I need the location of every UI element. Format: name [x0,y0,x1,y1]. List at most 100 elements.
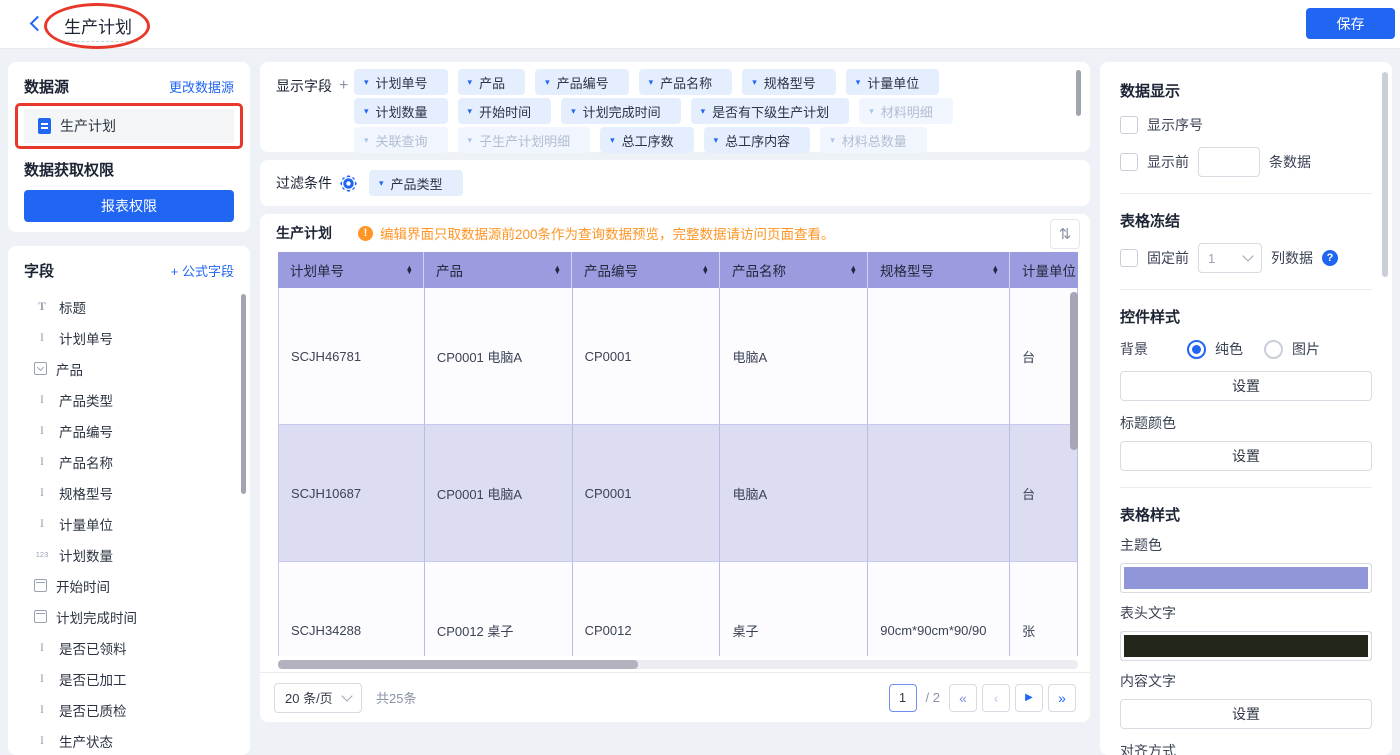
top-bar: 生产计划 保存 [0,0,1400,49]
current-page-box[interactable]: 1 [889,684,917,712]
field-chip[interactable]: ▾子生产计划明细 [458,127,591,153]
field-item[interactable]: I产品类型 [8,384,250,415]
field-chip[interactable]: ▾产品类型 [369,170,463,196]
column-header[interactable]: 产品名称▲▼ [720,252,868,288]
table-vertical-scrollbar[interactable] [1070,292,1078,450]
first-page-button[interactable]: « [949,684,977,712]
sort-arrows-icon[interactable]: ▲▼ [992,266,999,275]
field-item[interactable]: 计划完成时间 [8,601,250,632]
freeze-count-select[interactable]: 1 [1198,243,1262,273]
field-item[interactable]: I是否已领料 [8,632,250,663]
field-chip[interactable]: ▾计划完成时间 [561,98,681,124]
report-permission-button[interactable]: 报表权限 [24,190,234,222]
chevron-down-icon: ▾ [571,106,576,117]
table-preview-panel: 生产计划 ! 编辑界面只取数据源前200条作为查询数据预览，完整数据请访问页面查… [260,214,1090,722]
field-chip[interactable]: ▾总工序数 [600,127,694,153]
add-formula-field-link[interactable]: + 公式字段 [171,261,234,280]
field-chip[interactable]: ▾关联查询 [354,127,448,153]
field-chip[interactable]: ▾总工序内容 [704,127,811,153]
column-header[interactable]: 计量单位 [1010,252,1078,288]
change-datasource-link[interactable]: 更改数据源 [169,77,234,96]
datasource-item[interactable]: 生产计划 [24,109,234,143]
sort-arrows-icon[interactable]: ▲▼ [850,266,857,275]
prev-page-button[interactable]: ‹ [982,684,1010,712]
sort-arrows-icon[interactable]: ▲▼ [554,266,561,275]
background-set-button[interactable]: 设置 [1120,371,1372,401]
column-header[interactable]: 计划单号▲▼ [278,252,424,288]
horizontal-scroll-thumb[interactable] [278,660,638,669]
field-item[interactable]: T标题 [8,291,250,322]
save-button[interactable]: 保存 [1306,8,1395,39]
field-chip[interactable]: ▾ 计量单位 [846,69,940,95]
chip-label: 计量单位 [867,73,919,92]
title-color-set-button[interactable]: 设置 [1120,441,1372,471]
show-first-count-input[interactable] [1198,147,1260,177]
back-button[interactable] [28,14,46,32]
title-color-label: 标题颜色 [1120,413,1372,433]
image-radio[interactable] [1264,340,1283,359]
table-row: SCJH46781CP0001 电脑ACP0001电脑A台 [278,288,1078,425]
table-cell: CP0012 桌子 [425,562,573,656]
field-item[interactable]: I计划单号 [8,322,250,353]
field-chip[interactable]: ▾材料总数量 [820,127,927,153]
field-item[interactable]: 开始时间 [8,570,250,601]
field-chip[interactable]: ▾产品名称 [639,69,733,95]
content-text-set-button[interactable]: 设置 [1120,699,1372,729]
field-item[interactable]: I是否已加工 [8,663,250,694]
table-cell: 电脑A [720,288,868,425]
chip-label: 材料明细 [881,102,933,121]
page-total: / 2 [926,690,940,705]
freeze-checkbox[interactable] [1120,249,1138,267]
sort-arrows-icon[interactable]: ▲▼ [406,266,413,275]
show-index-checkbox[interactable] [1120,116,1138,134]
date-field-icon [34,579,47,592]
field-chip[interactable]: ▾规格型号 [742,69,836,95]
field-chip[interactable]: ▾开始时间 [458,98,552,124]
widget-style-title: 控件样式 [1120,306,1372,327]
field-label: 产品名称 [59,452,113,472]
theme-color-label: 主题色 [1120,535,1372,555]
field-chip[interactable]: ▾计划数量 [354,98,448,124]
field-chip[interactable]: ▾计划单号 [354,69,448,95]
solid-color-radio[interactable] [1187,340,1206,359]
field-item[interactable]: I计量单位 [8,508,250,539]
table-cell: SCJH46781 [279,288,425,425]
field-chip[interactable]: ▾材料明细 [859,98,953,124]
field-item[interactable]: 123计划数量 [8,539,250,570]
page-title[interactable]: 生产计划 [64,13,132,38]
help-icon[interactable]: ? [1322,250,1338,266]
settings-scrollbar[interactable] [1382,72,1388,277]
field-item[interactable]: I是否已质检 [8,694,250,725]
last-page-button[interactable]: » [1048,684,1076,712]
display-fields-scrollbar[interactable] [1076,70,1081,116]
sort-arrows-icon[interactable]: ▲▼ [702,266,709,275]
header-text-color-swatch[interactable] [1120,631,1372,661]
chevron-down-icon: ▾ [856,77,861,88]
next-page-button[interactable]: ▶ [1015,684,1043,712]
column-header[interactable]: 产品编号▲▼ [572,252,720,288]
field-item[interactable]: I生产状态 [8,725,250,755]
field-item[interactable]: I规格型号 [8,477,250,508]
column-header-label: 计量单位 [1022,260,1076,280]
show-first-prefix: 显示前 [1147,152,1189,172]
page-size-select[interactable]: 20 条/页 [274,683,362,713]
column-header[interactable]: 规格型号▲▼ [868,252,1010,288]
show-first-checkbox[interactable] [1120,153,1138,171]
table-horizontal-scrollbar[interactable] [278,660,1078,669]
field-chip[interactable]: ▾是否有下级生产计划 [691,98,850,124]
text-field-icon: I [34,733,50,748]
field-item[interactable]: 产品 [8,353,250,384]
filter-settings-gear-icon[interactable] [342,177,355,190]
field-item[interactable]: I产品名称 [8,446,250,477]
theme-color-swatch[interactable] [1120,563,1372,593]
add-display-field-button[interactable]: + [339,78,348,94]
sort-tool-button[interactable]: ⇅ [1050,219,1080,249]
field-label: 计划单号 [59,328,113,348]
chevron-down-icon: ▾ [364,106,369,117]
field-chip[interactable]: ▾产品编号 [535,69,629,95]
column-header[interactable]: 产品▲▼ [424,252,572,288]
fields-scrollbar[interactable] [241,294,246,494]
filter-label: 过滤条件 [276,173,332,193]
field-item[interactable]: I产品编号 [8,415,250,446]
field-chip[interactable]: ▾产品 [458,69,526,95]
